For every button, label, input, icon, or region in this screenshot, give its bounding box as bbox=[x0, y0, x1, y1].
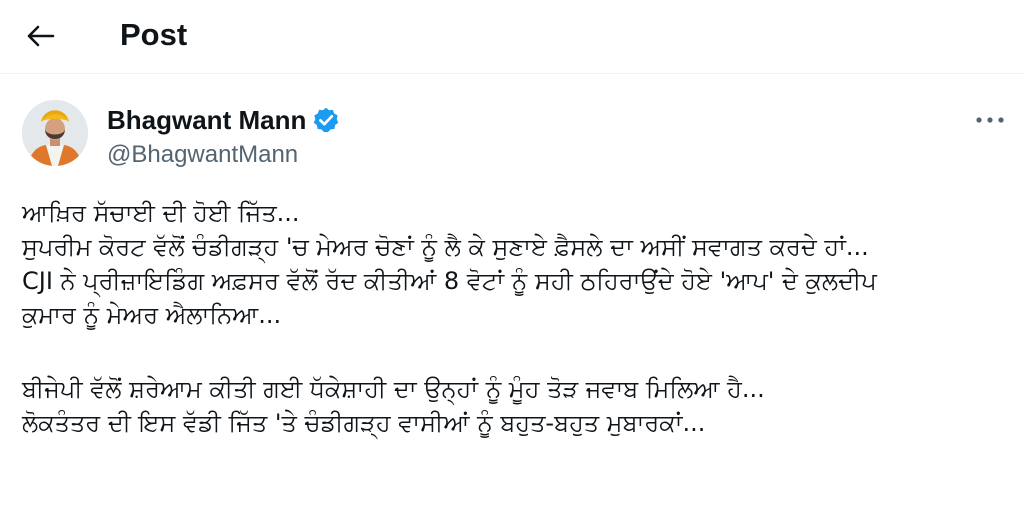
post-text-line: ਸੁਪਰੀਮ ਕੋਰਟ ਵੱਲੋਂ ਚੰਡੀਗੜ੍ਹ 'ਚ ਮੇਅਰ ਚੋਣਾਂ… bbox=[22, 233, 869, 261]
page-title: Post bbox=[120, 17, 188, 52]
post-text-line: ਲੋਕਤੰਤਰ ਦੀ ਇਸ ਵੱਡੀ ਜਿੱਤ 'ਤੇ ਚੰਡੀਗੜ੍ਹ ਵਾਸ… bbox=[22, 409, 706, 437]
post-header: Post bbox=[0, 0, 1024, 72]
avatar-photo bbox=[22, 100, 88, 166]
arrow-left-icon bbox=[27, 25, 55, 47]
post-text-line: ਆਖ਼ਿਰ ਸੱਚਾਈ ਦੀ ਹੋਈ ਜਿੱਤ... bbox=[22, 199, 300, 227]
ellipsis-icon bbox=[976, 117, 1004, 123]
author-handle[interactable]: @BhagwantMann bbox=[107, 140, 298, 170]
back-button[interactable] bbox=[22, 18, 58, 54]
post-text: ਆਖ਼ਿਰ ਸੱਚਾਈ ਦੀ ਹੋਈ ਜਿੱਤ... ਸੁਪਰੀਮ ਕੋਰਟ ਵ… bbox=[22, 196, 1012, 440]
verified-badge-icon bbox=[312, 106, 340, 134]
post-text-line: CJI ਨੇ ਪ੍ਰੀਜ਼ਾਇਡਿੰਗ ਅਫ਼ਸਰ ਵੱਲੋਂ ਰੱਦ ਕੀਤੀ… bbox=[22, 267, 877, 295]
more-options-button[interactable] bbox=[970, 106, 1010, 134]
post-text-line: ਕੁਮਾਰ ਨੂੰ ਮੇਅਰ ਐਲਾਨਿਆ... bbox=[22, 301, 282, 329]
header-divider bbox=[0, 73, 1024, 74]
author-avatar[interactable] bbox=[22, 100, 88, 166]
author-name[interactable]: Bhagwant Mann bbox=[107, 104, 306, 136]
post-text-line: ਬੀਜੇਪੀ ਵੱਲੋਂ ਸ਼ਰੇਆਮ ਕੀਤੀ ਗਈ ਧੱਕੇਸ਼ਾਹੀ ਦਾ… bbox=[22, 375, 765, 403]
author-name-row: Bhagwant Mann bbox=[107, 104, 340, 136]
